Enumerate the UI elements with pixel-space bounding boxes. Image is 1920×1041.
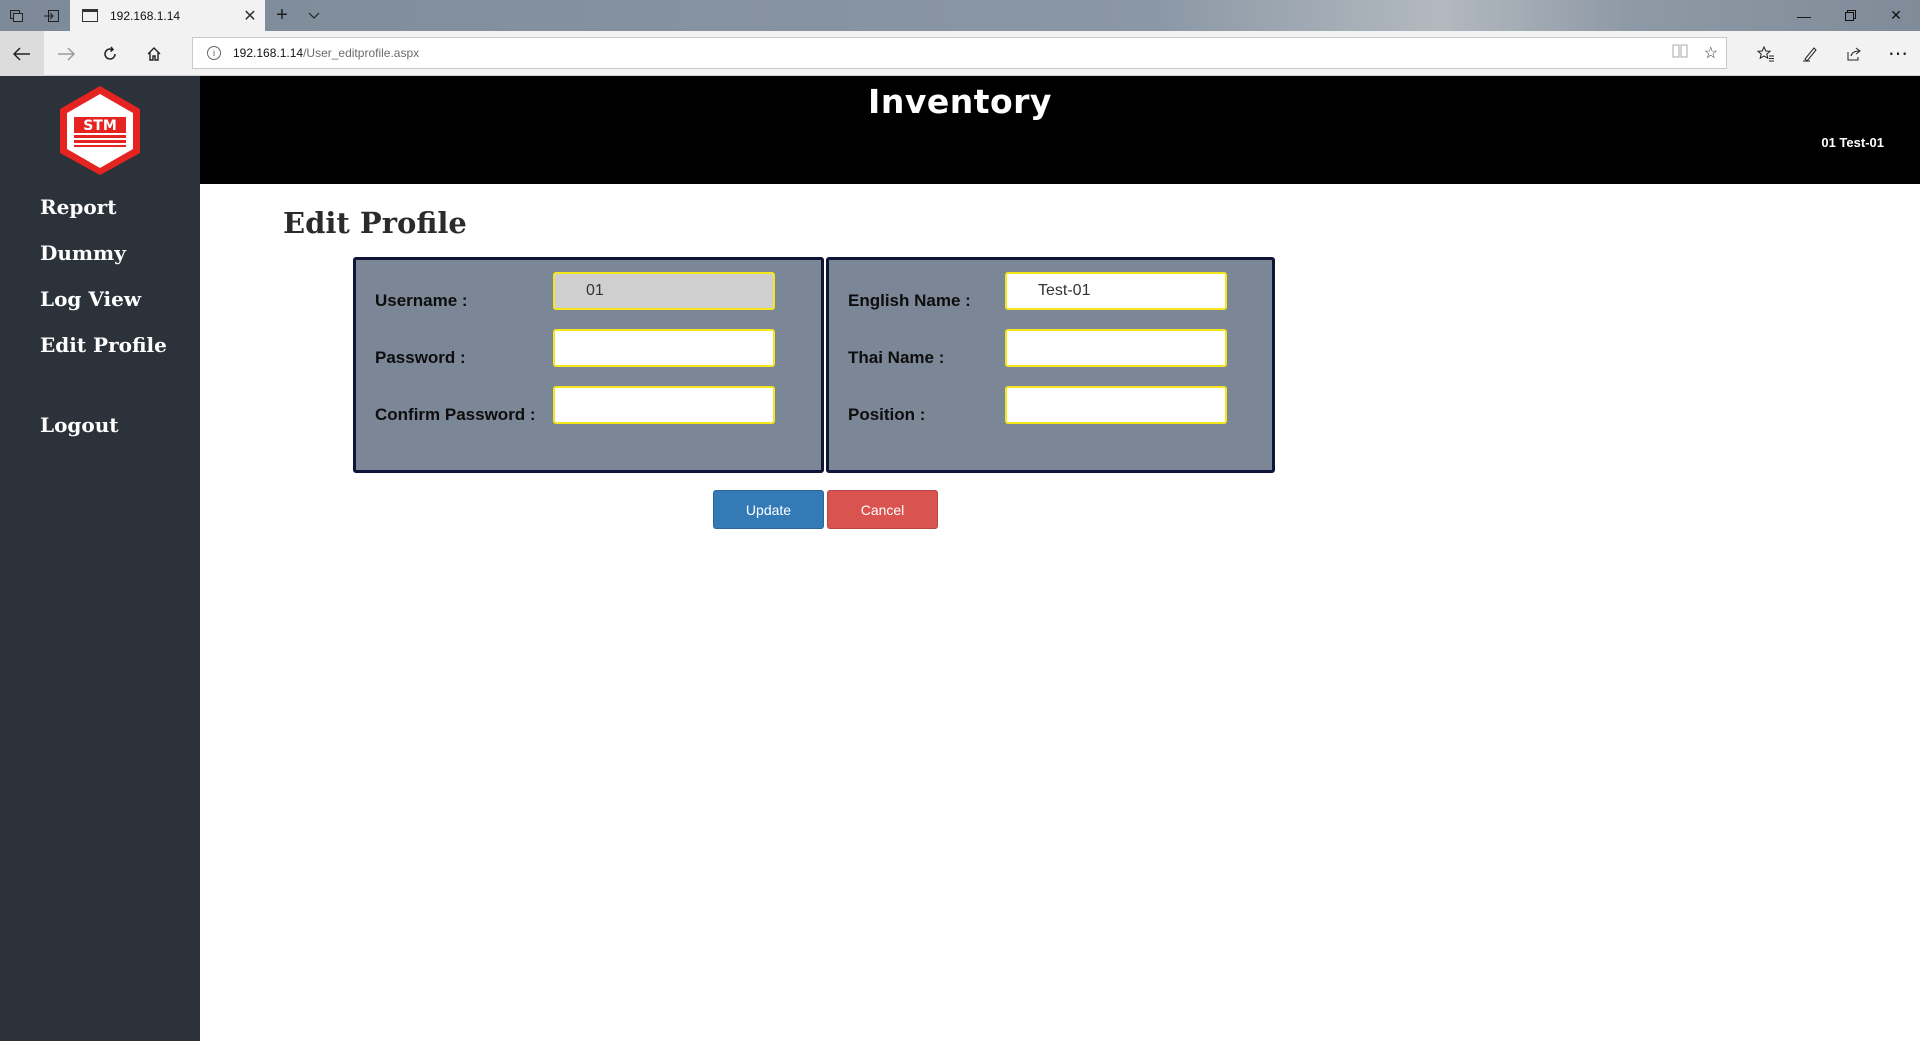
tab-manager-icon[interactable] [0,0,34,31]
svg-text:STM: STM [83,118,117,134]
tab-title: 192.168.1.14 [110,8,181,23]
password-label: Password : [375,348,466,367]
address-bar[interactable]: i 192.168.1.14/User_editprofile.aspx ☆ [192,37,1727,69]
chevron-down-icon[interactable] [297,0,331,31]
set-aside-icon[interactable] [34,0,68,31]
account-panel: Username : Password : Confirm Password : [353,257,824,473]
personal-info-panel: English Name : Thai Name : Position : [826,257,1275,473]
star-icon[interactable]: ☆ [1704,43,1718,63]
arrow-left-icon[interactable] [0,31,44,76]
thai-name-field[interactable] [1005,329,1227,367]
current-user-label: 01 Test-01 [1821,135,1884,150]
sidebar-item-log-view[interactable]: Log View [0,276,200,322]
minimize-icon[interactable]: — [1781,0,1827,31]
browser-tab[interactable]: 192.168.1.14 ✕ [70,0,265,31]
thai-name-label: Thai Name : [848,348,945,367]
app-title: Inventory [868,82,1052,121]
web-page: STM Report Dummy Log View Edit Profile L… [0,76,1920,1041]
position-field[interactable] [1005,386,1227,424]
arrow-right-icon[interactable] [44,31,88,76]
home-icon[interactable] [132,31,176,76]
close-window-icon[interactable]: ✕ [1873,0,1919,31]
confirm-password-label: Confirm Password : [375,405,536,424]
restore-icon[interactable] [1827,0,1873,31]
plus-icon[interactable]: + [265,0,299,31]
close-icon[interactable]: ✕ [235,6,265,26]
position-label: Position : [848,405,926,424]
confirm-password-field[interactable] [553,386,775,424]
sidebar: STM Report Dummy Log View Edit Profile L… [0,76,200,1041]
logo-area: STM [0,76,200,184]
username-field[interactable] [553,272,775,310]
pen-icon[interactable] [1788,31,1832,76]
browser-titlebar: 192.168.1.14 ✕ + — ✕ [0,0,1920,31]
url-host: 192.168.1.14 [233,46,304,60]
share-icon[interactable] [1832,31,1876,76]
username-label: Username : [375,291,468,310]
refresh-icon[interactable] [88,31,132,76]
update-button[interactable]: Update [713,490,824,529]
sidebar-menu: Report Dummy Log View Edit Profile Logou… [0,184,200,448]
page-title: Edit Profile [283,206,467,240]
sidebar-item-edit-profile[interactable]: Edit Profile [0,322,200,368]
reading-view-icon[interactable] [1672,44,1688,63]
info-icon[interactable]: i [207,46,221,60]
sidebar-item-logout[interactable]: Logout [0,402,200,448]
browser-toolbar: i 192.168.1.14/User_editprofile.aspx ☆ ⋯ [0,31,1920,76]
favorites-hub-icon[interactable] [1744,31,1788,76]
password-field[interactable] [553,329,775,367]
stm-logo: STM [60,86,140,175]
english-name-field[interactable] [1005,272,1227,310]
url-path: /User_editprofile.aspx [303,46,420,60]
page-icon [82,9,98,22]
cancel-button[interactable]: Cancel [827,490,938,529]
more-icon[interactable]: ⋯ [1876,31,1920,76]
english-name-label: English Name : [848,291,971,310]
sidebar-item-report[interactable]: Report [0,184,200,230]
sidebar-item-dummy[interactable]: Dummy [0,230,200,276]
app-header: Inventory 01 Test-01 [200,76,1920,184]
main-content: Edit Profile Username : Password : Confi… [200,184,1920,1041]
